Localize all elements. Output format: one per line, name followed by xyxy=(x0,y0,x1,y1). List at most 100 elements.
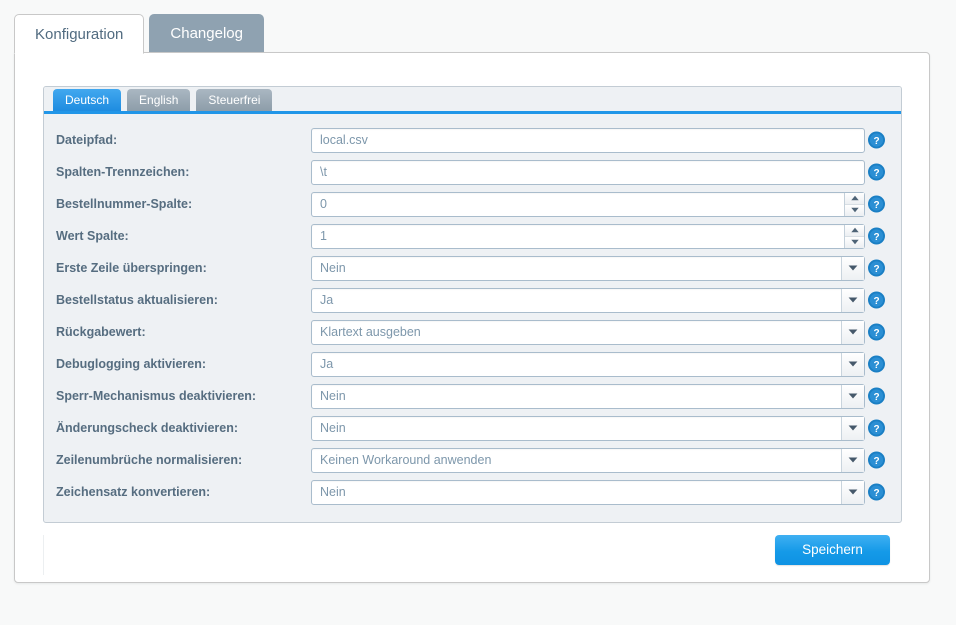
stepper-buttons xyxy=(844,224,864,248)
field-wrap: Ja xyxy=(311,287,865,313)
debuglogging-aktivieren-select[interactable]: Ja xyxy=(311,351,865,377)
tab-changelog[interactable]: Changelog xyxy=(149,14,264,52)
zeichensatz-konvertieren-value[interactable]: Nein xyxy=(312,481,841,504)
bestellnummer-spalte-stepper[interactable]: 0 xyxy=(311,191,865,217)
svg-text:?: ? xyxy=(873,456,879,467)
help-question-icon[interactable]: ? xyxy=(868,195,885,213)
field-wrap: Keinen Workaround anwenden xyxy=(311,447,865,473)
field-label-sperr-mechanismus-deaktivieren: Sperr-Mechanismus deaktivieren: xyxy=(56,389,257,403)
help-question-icon[interactable]: ? xyxy=(868,259,885,277)
form-row: Spalten-Trennzeichen: \t ? xyxy=(44,156,901,188)
language-tab-english[interactable]: English xyxy=(127,89,191,111)
bestellnummer-spalte-value[interactable]: 0 xyxy=(312,193,844,216)
svg-text:?: ? xyxy=(873,296,879,307)
help-question-icon[interactable]: ? xyxy=(868,387,885,405)
svg-text:?: ? xyxy=(873,328,879,339)
svg-text:?: ? xyxy=(873,200,879,211)
form-row: Debuglogging aktivieren: Ja ? xyxy=(44,348,901,380)
form-row: Zeichensatz konvertieren: Nein ? xyxy=(44,476,901,508)
language-tabstrip: Deutsch English Steuerfrei xyxy=(44,87,901,114)
stepper-down-icon[interactable] xyxy=(845,204,864,216)
chevron-down-icon[interactable] xyxy=(841,448,864,472)
field-label-zeilenumbrueche-normalisieren: Zeilenumbrüche normalisieren: xyxy=(56,453,243,467)
svg-text:?: ? xyxy=(873,168,879,179)
sperr-mechanismus-deaktivieren-value[interactable]: Nein xyxy=(312,385,841,408)
dateipfad-value[interactable]: local.csv xyxy=(312,129,864,152)
chevron-down-icon[interactable] xyxy=(841,480,864,504)
help-question-icon[interactable]: ? xyxy=(868,163,885,181)
svg-text:?: ? xyxy=(873,424,879,435)
dateipfad-input[interactable]: local.csv xyxy=(311,127,865,153)
help-question-icon[interactable]: ? xyxy=(868,131,885,149)
help-question-icon[interactable]: ? xyxy=(868,451,885,469)
spalten-trennzeichen-input[interactable]: \t xyxy=(311,159,865,185)
tab-konfiguration[interactable]: Konfiguration xyxy=(14,14,145,54)
chevron-down-icon[interactable] xyxy=(841,320,864,344)
field-label-spalten-trennzeichen: Spalten-Trennzeichen: xyxy=(56,165,190,179)
form-row: Sperr-Mechanismus deaktivieren: Nein ? xyxy=(44,380,901,412)
configuration-page: Konfiguration Changelog Deutsch English … xyxy=(0,0,956,625)
help-question-icon[interactable]: ? xyxy=(868,483,885,501)
svg-text:?: ? xyxy=(873,488,879,499)
zeilenumbrueche-normalisieren-select[interactable]: Keinen Workaround anwenden xyxy=(311,447,865,473)
rueckgabewert-select[interactable]: Klartext ausgeben xyxy=(311,319,865,345)
field-wrap: local.csv xyxy=(311,127,865,153)
field-wrap: Ja xyxy=(311,351,865,377)
svg-text:?: ? xyxy=(873,360,879,371)
wert-spalte-stepper[interactable]: 1 xyxy=(311,223,865,249)
wert-spalte-value[interactable]: 1 xyxy=(312,225,844,248)
field-label-dateipfad: Dateipfad: xyxy=(56,133,118,147)
bestellstatus-aktualisieren-select[interactable]: Ja xyxy=(311,287,865,313)
svg-text:?: ? xyxy=(873,232,879,243)
form-row: Dateipfad: local.csv ? xyxy=(44,124,901,156)
language-tab-deutsch[interactable]: Deutsch xyxy=(53,89,122,111)
help-question-icon[interactable]: ? xyxy=(868,291,885,309)
zeichensatz-konvertieren-select[interactable]: Nein xyxy=(311,479,865,505)
form-row: Bestellnummer-Spalte: 0 ? xyxy=(44,188,901,220)
form-row: Zeilenumbrüche normalisieren: Keinen Wor… xyxy=(44,444,901,476)
sperr-mechanismus-deaktivieren-select[interactable]: Nein xyxy=(311,383,865,409)
form-row: Rückgabewert: Klartext ausgeben ? xyxy=(44,316,901,348)
stepper-buttons xyxy=(844,192,864,216)
field-label-debuglogging-aktivieren: Debuglogging aktivieren: xyxy=(56,357,207,371)
form-footer: Speichern xyxy=(43,535,902,575)
spalten-trennzeichen-value[interactable]: \t xyxy=(312,161,864,184)
chevron-down-icon[interactable] xyxy=(841,352,864,376)
help-question-icon[interactable]: ? xyxy=(868,227,885,245)
chevron-down-icon[interactable] xyxy=(841,256,864,280)
erste-zeile-ueberspringen-value[interactable]: Nein xyxy=(312,257,841,280)
erste-zeile-ueberspringen-select[interactable]: Nein xyxy=(311,255,865,281)
field-wrap: Nein xyxy=(311,255,865,281)
footer-divider xyxy=(43,535,44,575)
aenderungscheck-deaktivieren-select[interactable]: Nein xyxy=(311,415,865,441)
language-tab-steuerfrei[interactable]: Steuerfrei xyxy=(196,89,273,111)
konfiguration-panel: Deutsch English Steuerfrei Dateipfad: lo… xyxy=(14,52,930,583)
field-wrap: \t xyxy=(311,159,865,185)
field-label-zeichensatz-konvertieren: Zeichensatz konvertieren: xyxy=(56,485,211,499)
save-button[interactable]: Speichern xyxy=(775,535,890,565)
help-question-icon[interactable]: ? xyxy=(868,355,885,373)
form-row: Wert Spalte: 1 ? xyxy=(44,220,901,252)
field-label-bestellstatus-aktualisieren: Bestellstatus aktualisieren: xyxy=(56,293,218,307)
field-wrap: Nein xyxy=(311,383,865,409)
stepper-up-icon[interactable] xyxy=(845,192,864,205)
configuration-form: Dateipfad: local.csv ? Spalten-Trennzeic… xyxy=(44,114,901,508)
field-label-wert-spalte: Wert Spalte: xyxy=(56,229,129,243)
bestellstatus-aktualisieren-value[interactable]: Ja xyxy=(312,289,841,312)
chevron-down-icon[interactable] xyxy=(841,288,864,312)
field-wrap: 1 xyxy=(311,223,865,249)
field-label-aenderungscheck-deaktivieren: Änderungscheck deaktivieren: xyxy=(56,421,239,435)
field-label-rueckgabewert: Rückgabewert: xyxy=(56,325,146,339)
help-question-icon[interactable]: ? xyxy=(868,419,885,437)
field-label-erste-zeile-ueberspringen: Erste Zeile überspringen: xyxy=(56,261,207,275)
aenderungscheck-deaktivieren-value[interactable]: Nein xyxy=(312,417,841,440)
help-question-icon[interactable]: ? xyxy=(868,323,885,341)
stepper-down-icon[interactable] xyxy=(845,236,864,248)
rueckgabewert-value[interactable]: Klartext ausgeben xyxy=(312,321,841,344)
zeilenumbrueche-normalisieren-value[interactable]: Keinen Workaround anwenden xyxy=(312,449,841,472)
chevron-down-icon[interactable] xyxy=(841,416,864,440)
chevron-down-icon[interactable] xyxy=(841,384,864,408)
stepper-up-icon[interactable] xyxy=(845,224,864,237)
form-row: Bestellstatus aktualisieren: Ja ? xyxy=(44,284,901,316)
debuglogging-aktivieren-value[interactable]: Ja xyxy=(312,353,841,376)
